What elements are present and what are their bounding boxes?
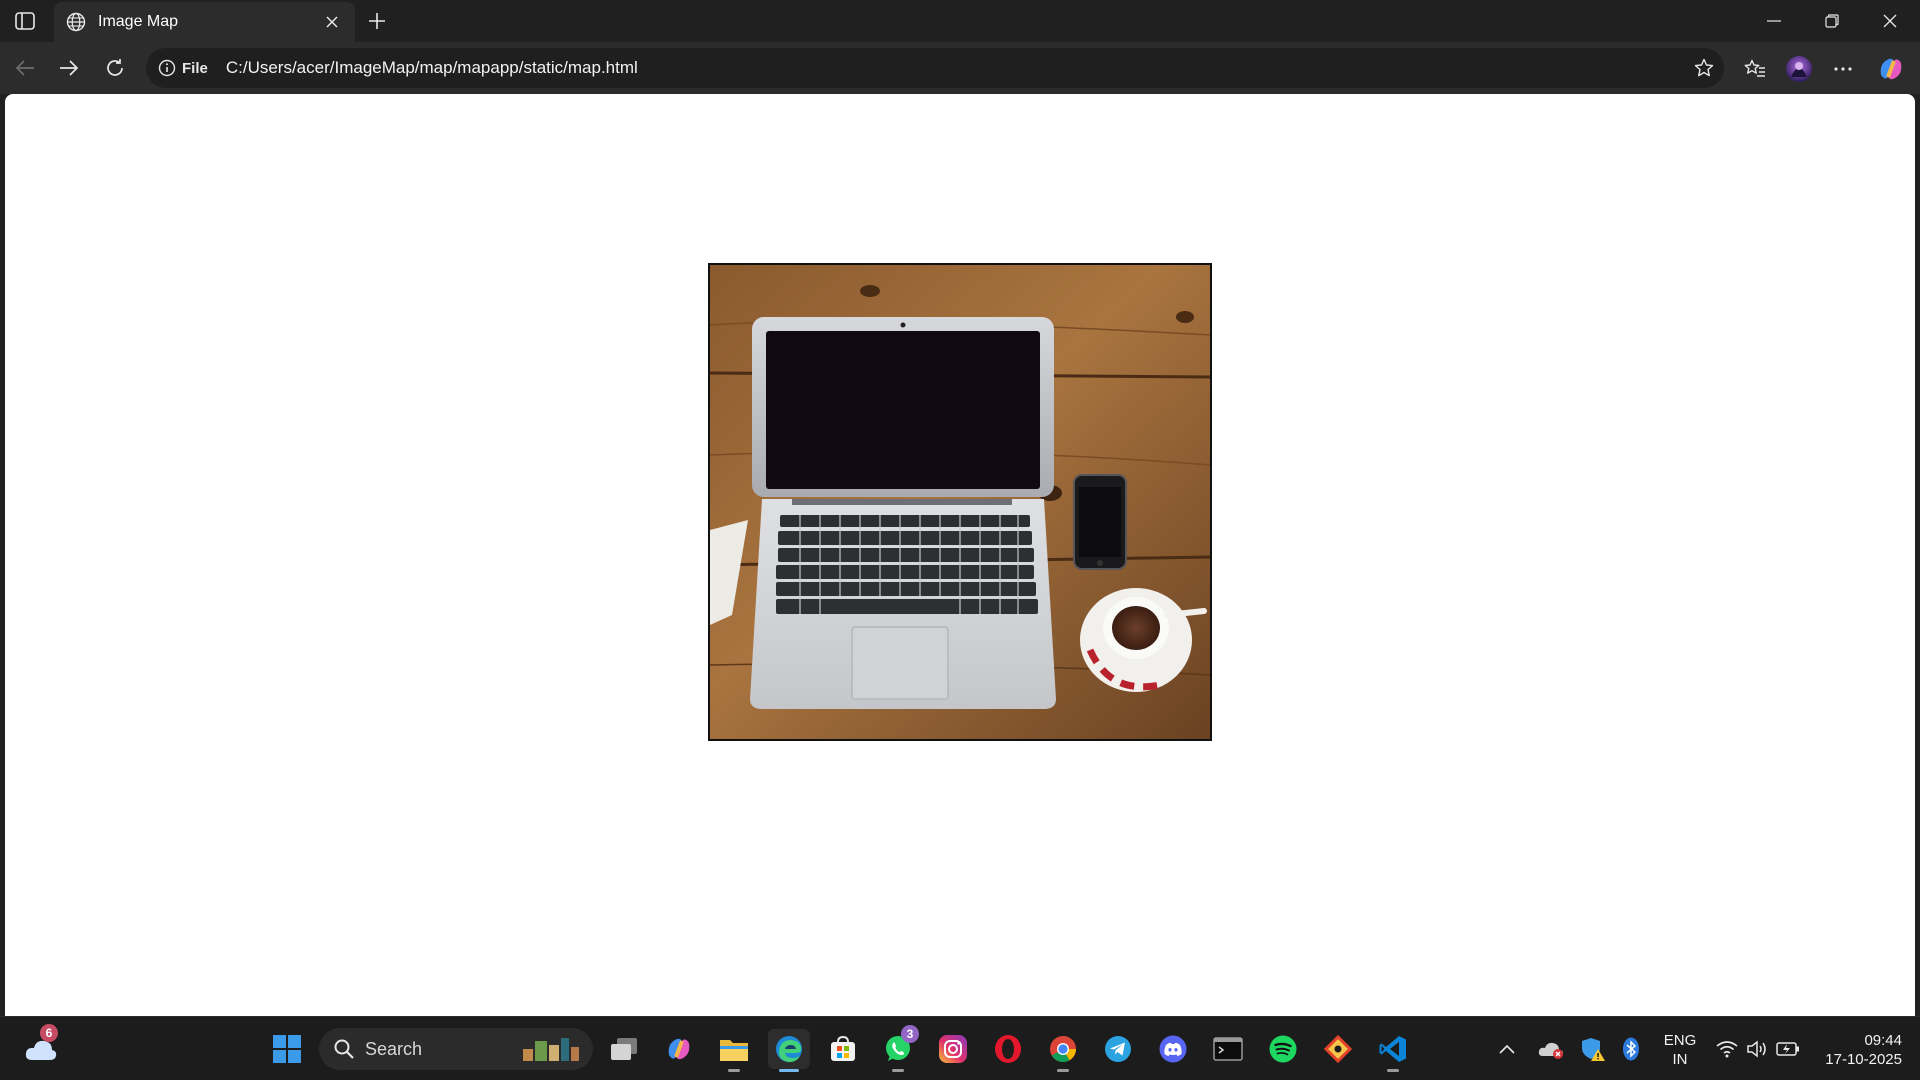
copilot-app-icon[interactable] <box>658 1029 700 1069</box>
globe-icon <box>66 12 86 32</box>
tab-title: Image Map <box>98 13 179 30</box>
browser-tab-bar: Image Map <box>0 0 1920 42</box>
search-highlight-illustration <box>523 1038 579 1061</box>
minimize-icon[interactable] <box>1745 0 1803 42</box>
forward-arrow-icon[interactable] <box>53 52 85 84</box>
back-arrow-icon[interactable] <box>9 52 41 84</box>
security-warning-icon[interactable] <box>1576 1029 1610 1069</box>
clock[interactable]: 09:44 17-10-2025 <box>1810 1031 1902 1069</box>
tab-close-icon[interactable] <box>321 11 343 33</box>
restore-icon[interactable] <box>1803 0 1861 42</box>
taskbar-search[interactable]: Search <box>319 1028 593 1070</box>
weather-badge: 6 <box>40 1024 58 1042</box>
scheme-label: File <box>182 59 208 77</box>
language-indicator[interactable]: ENG IN <box>1656 1031 1704 1069</box>
close-window-icon[interactable] <box>1861 0 1919 42</box>
opera-browser-icon[interactable] <box>987 1029 1029 1069</box>
new-tab-icon[interactable] <box>362 6 392 36</box>
microsoft-store-icon[interactable] <box>822 1029 864 1069</box>
onedrive-error-icon[interactable] <box>1534 1029 1568 1069</box>
start-windows-icon[interactable] <box>266 1029 308 1069</box>
refresh-icon[interactable] <box>99 52 131 84</box>
browser-toolbar: File C:/Users/acer/ImageMap/map/mapapp/s… <box>0 42 1920 94</box>
clock-date: 17-10-2025 <box>1825 1051 1902 1068</box>
favorite-star-icon[interactable] <box>1684 48 1724 88</box>
language-region: IN <box>1672 1051 1688 1068</box>
git-gui-icon[interactable] <box>1317 1029 1359 1069</box>
telegram-icon[interactable] <box>1097 1029 1139 1069</box>
chrome-browser-icon[interactable] <box>1042 1029 1084 1072</box>
favorites-icon[interactable] <box>1738 52 1772 86</box>
wifi-icon[interactable] <box>1712 1029 1742 1069</box>
language-code: ENG <box>1663 1032 1697 1049</box>
site-info-icon[interactable] <box>156 57 178 79</box>
show-hidden-icons-chevron-icon[interactable] <box>1492 1029 1522 1069</box>
whatsapp-badge: 3 <box>901 1025 919 1043</box>
copilot-icon[interactable] <box>1874 52 1908 86</box>
search-label: Search <box>365 1038 423 1059</box>
bluetooth-icon[interactable] <box>1616 1029 1646 1069</box>
battery-charging-icon[interactable] <box>1772 1029 1804 1069</box>
tab-actions-icon[interactable] <box>10 8 40 34</box>
weather-widget[interactable]: 6 <box>20 1024 62 1069</box>
volume-icon[interactable] <box>1742 1029 1772 1069</box>
whatsapp-icon[interactable]: 3 <box>877 1025 919 1072</box>
file-explorer-icon[interactable] <box>713 1029 755 1072</box>
spotify-icon[interactable] <box>1262 1029 1304 1069</box>
instagram-icon[interactable] <box>932 1029 974 1069</box>
task-view-icon[interactable] <box>603 1029 645 1069</box>
windows-taskbar: 6 Search 3 ENG IN 09:44 17-10-2025 <box>0 1016 1920 1080</box>
tab-image-map[interactable]: Image Map <box>54 2 355 42</box>
address-bar[interactable]: File C:/Users/acer/ImageMap/map/mapapp/s… <box>146 48 1724 88</box>
vscode-icon[interactable] <box>1372 1029 1414 1072</box>
edge-browser-icon[interactable] <box>768 1029 810 1072</box>
image-map-picture[interactable] <box>708 263 1212 741</box>
search-icon <box>334 1039 354 1059</box>
more-options-icon[interactable] <box>1826 52 1860 86</box>
url-text[interactable]: C:/Users/acer/ImageMap/map/mapapp/static… <box>226 58 1684 78</box>
terminal-icon[interactable] <box>1207 1029 1249 1069</box>
profile-avatar[interactable] <box>1782 52 1816 86</box>
page-viewport <box>5 94 1915 1016</box>
clock-time: 09:44 <box>1864 1032 1902 1049</box>
discord-icon[interactable] <box>1152 1029 1194 1069</box>
